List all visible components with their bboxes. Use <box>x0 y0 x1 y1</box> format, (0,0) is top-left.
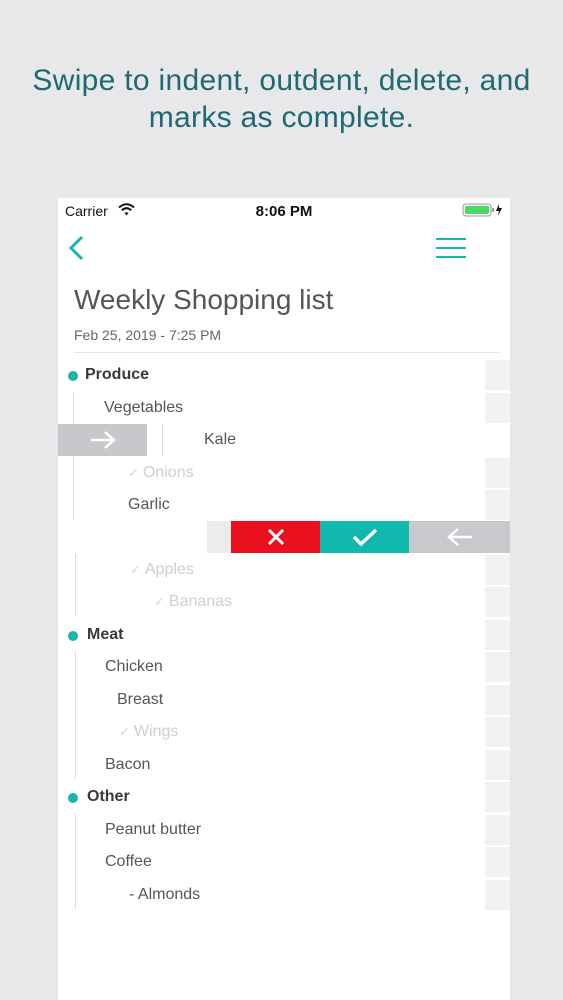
list-item-text: - Almonds <box>129 886 201 903</box>
row-handle[interactable] <box>485 847 510 877</box>
section-bullet-icon <box>68 631 78 641</box>
headline-line-2: marks as complete. <box>148 101 415 134</box>
row-handle[interactable] <box>485 490 510 520</box>
list-item-text: Other <box>87 788 130 805</box>
row-handle[interactable] <box>485 458 510 488</box>
row-handle[interactable] <box>485 652 510 682</box>
list-item[interactable]: Vegetables <box>58 392 510 424</box>
list-item-text: Coffee <box>105 853 152 870</box>
section-bullet-icon <box>68 793 78 803</box>
headline-line-1: Swipe to indent, outdent, delete, and <box>32 64 531 97</box>
check-icon: ✓ <box>130 562 141 577</box>
row-handle[interactable] <box>485 685 510 715</box>
list-item[interactable]: Breast <box>58 684 510 716</box>
list-item[interactable]: Garlic <box>58 489 510 521</box>
phone-screen: Carrier 8:06 PM Weekly Shopping list Feb… <box>58 198 510 1000</box>
battery-icon <box>462 203 504 220</box>
section-bullet-icon <box>68 371 78 381</box>
row-handle[interactable] <box>485 587 510 617</box>
list-item-text: Bacon <box>105 756 151 773</box>
list-item[interactable]: Coffee <box>58 846 510 878</box>
row-handle[interactable] <box>485 717 510 747</box>
list-item[interactable]: ✓ Bananas <box>58 586 510 618</box>
indent-button[interactable] <box>58 424 147 456</box>
list-title: Weekly Shopping list <box>74 284 334 315</box>
hamburger-menu-icon[interactable] <box>435 236 467 260</box>
list-item[interactable]: ✓ Apples <box>58 554 510 586</box>
list-item-text: Peanut butter <box>105 821 202 838</box>
row-handle[interactable] <box>485 782 510 812</box>
complete-button[interactable] <box>320 521 409 553</box>
row-handle[interactable] <box>485 555 510 585</box>
list-item[interactable]: Chicken <box>58 651 510 683</box>
row-handle[interactable] <box>485 880 510 910</box>
back-chevron-icon[interactable] <box>66 234 86 262</box>
list-item[interactable]: Bacon <box>58 749 510 781</box>
list-item-text: ✓ Onions <box>128 464 194 481</box>
delete-button[interactable] <box>231 521 320 553</box>
list-item[interactable]: Other <box>58 781 510 813</box>
list-item[interactable]: Meat <box>58 619 510 651</box>
row-handle[interactable] <box>485 815 510 845</box>
list-date: Feb 25, 2019 - 7:25 PM <box>74 327 222 343</box>
list-item-text: ✓ Bananas <box>154 593 233 610</box>
list-item[interactable]: Peanut butter <box>58 814 510 846</box>
promo-headline: Swipe to indent, outdent, delete, and ma… <box>0 62 563 136</box>
list-item-text: Meat <box>87 626 124 643</box>
list-item-text: Kale <box>204 431 237 448</box>
list-item-text: Breast <box>117 691 164 708</box>
check-icon: ✓ <box>154 594 165 609</box>
list-item[interactable]: - Almonds <box>58 879 510 911</box>
row-handle[interactable] <box>485 620 510 650</box>
list-item-text: Chicken <box>105 658 163 675</box>
row-handle[interactable] <box>485 360 510 390</box>
check-icon: ✓ <box>128 465 139 480</box>
status-time: 8:06 PM <box>255 203 313 220</box>
list-item[interactable]: Produce <box>58 359 510 391</box>
row-handle[interactable] <box>485 750 510 780</box>
header-divider <box>74 352 500 353</box>
list-item-text: ✓ Wings <box>119 723 179 740</box>
list-item-text: Produce <box>85 366 150 383</box>
row-handle[interactable] <box>485 393 510 423</box>
list-item-text: Vegetables <box>104 399 184 416</box>
list-item[interactable]: ✓ Onions <box>58 457 510 489</box>
list-item[interactable]: ✓ Wings <box>58 716 510 748</box>
status-bar: Carrier 8:06 PM <box>58 198 510 224</box>
list-item-text: Garlic <box>128 496 170 513</box>
list-item-text: ✓ Apples <box>130 561 194 578</box>
swipe-row-remnant <box>207 521 231 553</box>
check-icon: ✓ <box>119 724 130 739</box>
outdent-button[interactable] <box>409 521 510 553</box>
